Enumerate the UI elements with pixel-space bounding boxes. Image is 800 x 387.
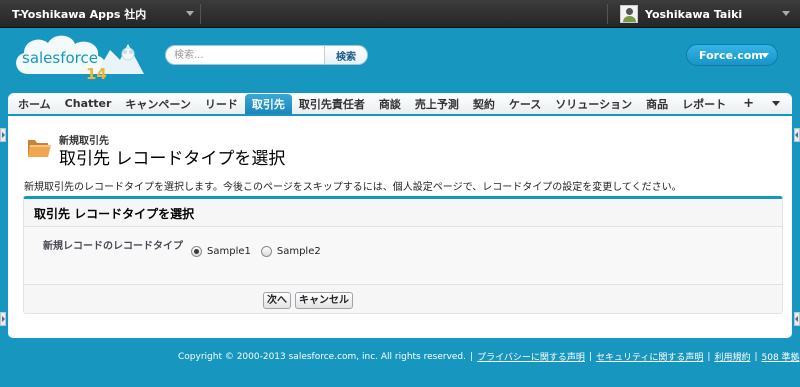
chevron-down-icon (761, 53, 769, 58)
section508-link[interactable]: 508 準拠 (762, 350, 800, 363)
record-type-panel: 取引先 レコードタイプを選択 新規レコードのレコードタイプ Sample1 Sa… (23, 196, 783, 314)
tab-solutions[interactable]: ソリューション (548, 93, 639, 114)
sidebar-toggle-handle[interactable] (0, 312, 6, 326)
next-button[interactable]: 次へ (263, 292, 291, 309)
org-name: T-Yoshikawa Apps 社内 (12, 8, 147, 21)
tab-contracts[interactable]: 契約 (466, 93, 502, 114)
sidebar-toggle-handle[interactable] (794, 312, 800, 326)
divider: | (588, 351, 592, 362)
security-link[interactable]: セキュリティに関する声明 (596, 350, 703, 363)
radio-sample2[interactable] (260, 246, 272, 257)
main-content: 新規取引先 取引先 レコードタイプを選択 新規取引先のレコードタイプを選択します… (8, 116, 792, 338)
tab-opportunities[interactable]: 商談 (372, 93, 408, 114)
top-bar: T-Yoshikawa Apps 社内 Yoshikawa Taiki (0, 0, 800, 28)
radio-sample1-label[interactable]: Sample1 (207, 246, 251, 257)
sidebar-toggle-handle[interactable] (0, 128, 6, 142)
user-name: Yoshikawa Taiki (645, 7, 743, 21)
app-menu[interactable]: Force.com (686, 44, 778, 66)
search-input[interactable] (165, 45, 325, 65)
tab-accounts[interactable]: 取引先 (244, 94, 292, 114)
divider (607, 4, 608, 24)
footer: Copyright © 2000-2013 salesforce.com, in… (178, 350, 800, 364)
app-menu-label: Force.com (699, 48, 763, 62)
tab-campaigns[interactable]: キャンペーン (118, 93, 197, 114)
chevron-down-icon (782, 11, 790, 16)
tab-more-button[interactable] (764, 93, 788, 114)
logo-version: 14 (86, 65, 107, 83)
page-title: 取引先 レコードタイプを選択 (59, 149, 286, 169)
avatar (620, 5, 638, 23)
record-type-options: Sample1 Sample2 (191, 246, 331, 257)
org-menu[interactable]: T-Yoshikawa Apps 社内 (12, 0, 194, 28)
tab-products[interactable]: 商品 (639, 93, 675, 114)
radio-sample1[interactable] (191, 246, 202, 257)
divider: | (470, 351, 474, 362)
divider (200, 4, 201, 24)
button-row: 次へ キャンセル (263, 292, 357, 309)
tab-home[interactable]: ホーム (11, 93, 58, 114)
chevron-down-icon (772, 101, 780, 106)
tab-chatter[interactable]: Chatter (58, 93, 119, 114)
tab-all-tabs[interactable]: + (733, 93, 764, 114)
panel-body: 新規レコードのレコードタイプ Sample1 Sample2 (24, 227, 782, 284)
radio-sample2-label[interactable]: Sample2 (277, 246, 321, 257)
tab-leads[interactable]: リード (198, 93, 245, 114)
page-description: 新規取引先のレコードタイプを選択します。今後このページをスキップするには、個人設… (24, 182, 682, 193)
tab-reports[interactable]: レポート (675, 93, 733, 114)
copyright-text: Copyright © 2000-2013 salesforce.com, in… (178, 351, 467, 362)
chevron-down-icon (186, 11, 194, 16)
sidebar-toggle-handle[interactable] (794, 128, 800, 142)
cancel-button[interactable]: キャンセル (295, 292, 353, 309)
tab-forecasts[interactable]: 売上予測 (408, 93, 466, 114)
salesforce-logo[interactable]: salesforce 14 (10, 30, 150, 86)
divider: | (754, 351, 758, 362)
privacy-link[interactable]: プライバシーに関する声明 (477, 350, 585, 363)
divider (24, 284, 782, 285)
folder-icon (28, 140, 51, 157)
tab-cases[interactable]: ケース (502, 93, 548, 114)
header: salesforce 14 検索 Force.com (0, 28, 800, 88)
tab-contacts[interactable]: 取引先責任者 (292, 93, 372, 114)
tab-bar: ホーム Chatter キャンペーン リード 取引先 取引先責任者 商談 売上予… (8, 93, 792, 116)
divider: | (707, 351, 711, 362)
panel-title: 取引先 レコードタイプを選択 (34, 207, 195, 221)
record-type-label: 新規レコードのレコードタイプ (43, 241, 183, 252)
terms-link[interactable]: 利用規約 (714, 350, 750, 363)
search-button[interactable]: 検索 (324, 45, 368, 65)
user-menu[interactable]: Yoshikawa Taiki (620, 0, 790, 28)
